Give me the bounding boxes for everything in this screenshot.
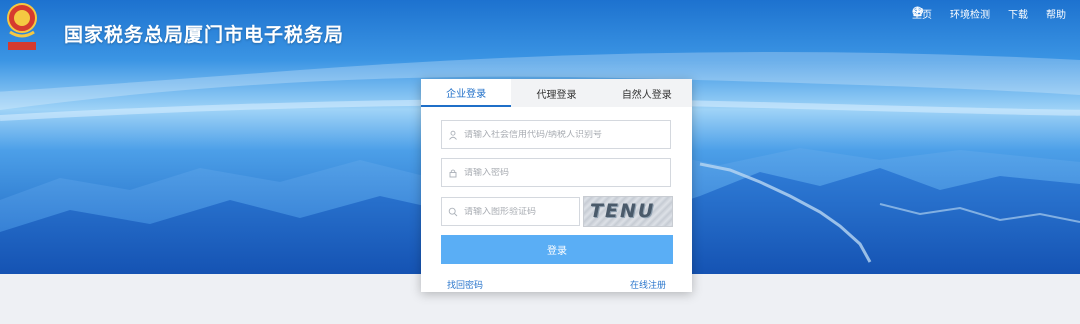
forgot-password-link[interactable]: 找回密码 bbox=[447, 278, 483, 291]
username-input[interactable] bbox=[464, 129, 644, 140]
user-icon bbox=[449, 130, 457, 140]
tab-individual-login[interactable]: 自然人登录 bbox=[601, 79, 692, 107]
help-icon bbox=[912, 6, 923, 17]
login-panel: 企业登录 代理登录 自然人登录 TENU 登录 找回密码 在线注册 bbox=[421, 79, 692, 292]
search-icon bbox=[448, 207, 458, 216]
username-field[interactable] bbox=[441, 120, 671, 149]
password-field[interactable] bbox=[441, 158, 671, 187]
site-title: 国家税务总局厦门市电子税务局 bbox=[64, 24, 345, 46]
tax-emblem-logo bbox=[7, 3, 37, 50]
password-input[interactable] bbox=[464, 167, 644, 178]
nav-download[interactable]: 下载 bbox=[913, 6, 1028, 21]
tab-enterprise-login[interactable]: 企业登录 bbox=[421, 79, 512, 107]
captcha-code: TENU bbox=[590, 200, 656, 222]
top-navigation: 主页 环境检测 下载 帮助 bbox=[912, 6, 1066, 21]
captcha-field[interactable] bbox=[441, 197, 580, 226]
nav-download-label: 下载 bbox=[1008, 10, 1028, 21]
captcha-image[interactable]: TENU bbox=[583, 196, 673, 227]
login-button[interactable]: 登录 bbox=[441, 235, 673, 264]
nav-env-check[interactable]: 环境检测 bbox=[913, 6, 990, 21]
lock-icon bbox=[449, 168, 457, 177]
login-tabs: 企业登录 代理登录 自然人登录 bbox=[421, 79, 692, 107]
register-link[interactable]: 在线注册 bbox=[630, 278, 666, 291]
nav-env-check-label: 环境检测 bbox=[950, 10, 990, 21]
captcha-input[interactable] bbox=[464, 206, 574, 217]
tab-agent-login[interactable]: 代理登录 bbox=[511, 79, 602, 107]
nav-help[interactable]: 帮助 bbox=[912, 6, 1066, 21]
nav-help-label: 帮助 bbox=[1046, 10, 1066, 21]
